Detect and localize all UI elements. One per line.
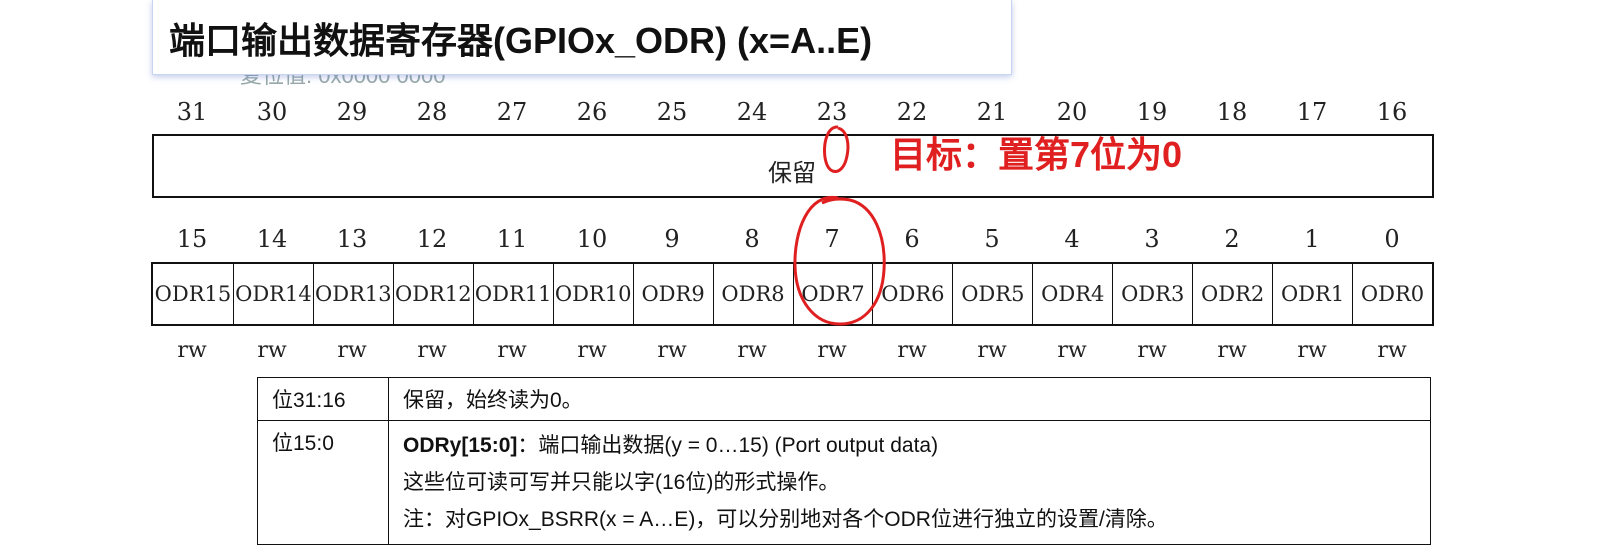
access-type: rw [1377, 338, 1407, 363]
description-line: ODRy[15:0]：端口输出数据(y = 0…15) (Port output… [403, 427, 1416, 464]
bit-number: 2 [1224, 225, 1240, 253]
bit-description-table: 位31:16 保留，始终读为0。 位15:0 ODRy[15:0]：端口输出数据… [257, 377, 1431, 545]
bits-cell: 位15:0 [257, 420, 389, 545]
bit-number: 28 [416, 98, 448, 126]
access-type: rw [337, 338, 367, 363]
bit-number: 6 [904, 225, 920, 253]
bit-number: 29 [336, 98, 368, 126]
description-line: 注：对GPIOx_BSRR(x = A…E)，可以分别地对各个ODR位进行独立的… [403, 508, 1168, 531]
bit-number: 10 [576, 225, 608, 253]
page-title: 端口输出数据寄存器(GPIOx_ODR) (x=A..E) [169, 20, 873, 61]
access-row: rw rw rw rw rw rw rw rw rw rw rw rw rw r… [152, 338, 1432, 363]
access-type: rw [817, 338, 847, 363]
odr-field-cell: ODR1 [1272, 264, 1352, 324]
annotation-text: 目标：置第7位为0 [890, 134, 1183, 175]
odr-field-cell: ODR7 [792, 264, 873, 324]
access-type: rw [1217, 338, 1247, 363]
bits-cell: 位31:16 [257, 377, 389, 421]
bit-number: 16 [1376, 98, 1408, 126]
odr-field-cell: ODR12 [392, 264, 473, 324]
reserved-field-box: 保留 [152, 134, 1434, 198]
bit-number: 18 [1216, 98, 1248, 126]
bit-number: 17 [1296, 98, 1328, 126]
odr-field-cell: ODR9 [632, 264, 713, 324]
odr-field-cell: ODR5 [952, 264, 1032, 324]
bit-number: 0 [1384, 225, 1400, 253]
access-type: rw [1057, 338, 1087, 363]
odr-field-cell: ODR3 [1112, 264, 1192, 324]
odr-field-cell: ODR8 [712, 264, 793, 324]
table-row: 位31:16 保留，始终读为0。 [257, 377, 1431, 421]
field-name-desc: ：端口输出数据(y = 0…15) (Port output data) [517, 434, 939, 457]
odr-field-row: ODR15 ODR14 ODR13 ODR12 ODR11 ODR10 ODR9… [151, 262, 1434, 326]
odr-field-cell: ODR15 [154, 282, 232, 306]
description-cell: ODRy[15:0]：端口输出数据(y = 0…15) (Port output… [388, 420, 1431, 545]
odr-field-cell: ODR11 [472, 264, 553, 324]
description-cell: 保留，始终读为0。 [388, 377, 1431, 421]
bit-number: 9 [664, 225, 680, 253]
access-type: rw [1297, 338, 1327, 363]
bit-number: 1 [1304, 225, 1320, 253]
odr-field-cell: ODR10 [552, 264, 633, 324]
bit-number: 13 [336, 225, 368, 253]
access-type: rw [977, 338, 1007, 363]
bit-number: 7 [824, 225, 840, 253]
odr-field-cell: ODR2 [1192, 264, 1272, 324]
odr-field-cell: ODR13 [312, 264, 393, 324]
reserved-label: 保留 [768, 159, 816, 187]
bit-number: 14 [256, 225, 288, 253]
odr-field-cell: ODR4 [1032, 264, 1112, 324]
odr-field-cell: ODR6 [872, 264, 952, 324]
access-type: rw [257, 338, 287, 363]
bit-number: 3 [1144, 225, 1160, 253]
bit-number: 4 [1064, 225, 1080, 253]
bit-number: 31 [176, 98, 208, 126]
bit-number: 20 [1056, 98, 1088, 126]
access-type: rw [577, 338, 607, 363]
bit-number: 30 [256, 98, 288, 126]
bit-number: 15 [176, 225, 208, 253]
access-type: rw [897, 338, 927, 363]
bit-number: 12 [416, 225, 448, 253]
low-bit-numbers: 15 14 13 12 11 10 9 8 7 6 5 4 3 2 1 0 [152, 225, 1432, 253]
bit-number: 27 [496, 98, 528, 126]
bit-number: 8 [744, 225, 760, 253]
access-type: rw [737, 338, 767, 363]
bit-number: 26 [576, 98, 608, 126]
bit-number: 19 [1136, 98, 1168, 126]
access-type: rw [657, 338, 687, 363]
access-type: rw [177, 338, 207, 363]
odr-field-cell: ODR0 [1352, 264, 1432, 324]
description-line: 这些位可读可写并只能以字(16位)的形式操作。 [403, 471, 840, 494]
bit-number: 22 [896, 98, 928, 126]
high-bit-numbers: 31 30 29 28 27 26 25 24 23 22 21 20 19 1… [152, 98, 1432, 126]
bit-number: 11 [496, 225, 528, 253]
table-row: 位15:0 ODRy[15:0]：端口输出数据(y = 0…15) (Port … [257, 420, 1431, 545]
bit-number: 23 [816, 98, 848, 126]
access-type: rw [497, 338, 527, 363]
access-type: rw [1137, 338, 1167, 363]
access-type: rw [417, 338, 447, 363]
odr-field-cell: ODR14 [232, 264, 313, 324]
bit-number: 5 [984, 225, 1000, 253]
bit-number: 25 [656, 98, 688, 126]
bit-number: 21 [976, 98, 1008, 126]
title-box: 端口输出数据寄存器(GPIOx_ODR) (x=A..E) [152, 0, 1012, 75]
field-name: ODRy[15:0] [403, 434, 518, 457]
bit-number: 24 [736, 98, 768, 126]
